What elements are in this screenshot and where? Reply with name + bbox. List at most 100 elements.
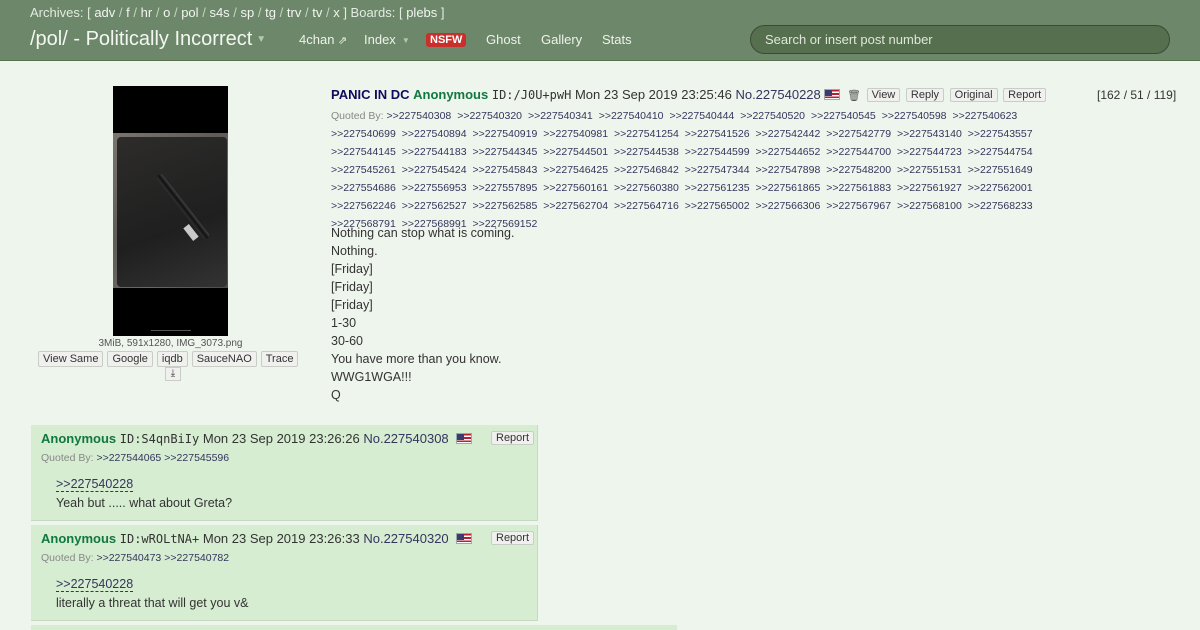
view-same-button[interactable]: View Same [38, 351, 104, 367]
quoted-by-link[interactable]: >>227544652 [756, 146, 821, 158]
quoted-by-link[interactable]: >>227546842 [614, 164, 679, 176]
quoted-by-link[interactable]: >>227554686 [331, 182, 396, 194]
quoted-by-link[interactable]: >>227544065 [96, 452, 161, 464]
download-icon[interactable]: ⤓ [165, 367, 181, 381]
poster-id[interactable]: ID:wROLtNA+ [120, 532, 199, 546]
quoted-by-link[interactable]: >>227560380 [614, 182, 679, 194]
archive-link-tg[interactable]: tg [265, 5, 276, 20]
nav-stats-link[interactable]: Stats [602, 32, 632, 47]
quoted-by-link[interactable]: >>227544700 [826, 146, 891, 158]
quoted-by-link[interactable]: >>227544345 [473, 146, 538, 158]
quoted-by-link[interactable]: >>227542779 [826, 128, 891, 140]
archive-link-s4s[interactable]: s4s [209, 5, 229, 20]
quoted-by-link[interactable]: >>227540520 [740, 110, 805, 122]
quoted-by-link[interactable]: >>227561235 [685, 182, 750, 194]
quoted-by-link[interactable]: >>227542442 [756, 128, 821, 140]
archive-link-pol[interactable]: pol [181, 5, 198, 20]
quoted-by-link[interactable]: >>227568233 [968, 200, 1033, 212]
quoted-by-link[interactable]: >>227556953 [402, 182, 467, 194]
quoted-by-link[interactable]: >>227540410 [599, 110, 664, 122]
iqdb-button[interactable]: iqdb [156, 351, 188, 367]
quoted-by-link[interactable]: >>227547898 [756, 164, 821, 176]
quoted-by-link[interactable]: >>227544538 [614, 146, 679, 158]
quoted-by-link[interactable]: >>227544723 [897, 146, 962, 158]
quoted-by-link[interactable]: >>227543140 [897, 128, 962, 140]
quoted-by-link[interactable]: >>227540699 [331, 128, 396, 140]
trash-icon[interactable]: 🗑 [847, 89, 861, 102]
quote-link[interactable]: >>227540228 [56, 577, 134, 592]
quoted-by-link[interactable]: >>227561883 [826, 182, 891, 194]
quoted-by-link[interactable]: >>227540444 [669, 110, 734, 122]
quoted-by-link[interactable]: >>227564716 [614, 200, 679, 212]
quoted-by-link[interactable]: >>227562585 [473, 200, 538, 212]
quoted-by-link[interactable]: >>227562001 [968, 182, 1033, 194]
saucenao-button[interactable]: SauceNAO [191, 351, 257, 367]
poster-id[interactable]: ID:S4qnBiIy [120, 432, 199, 446]
quoted-by-link[interactable]: >>227540320 [457, 110, 522, 122]
quoted-by-link[interactable]: >>227562527 [402, 200, 467, 212]
trace-button[interactable]: Trace [260, 351, 299, 367]
archive-link-trv[interactable]: trv [287, 5, 301, 20]
board-link-plebs[interactable]: plebs [406, 5, 437, 20]
quoted-by-link[interactable]: >>227547344 [685, 164, 750, 176]
op-thumbnail-image[interactable] [113, 86, 228, 336]
quoted-by-link[interactable]: >>227544754 [968, 146, 1033, 158]
original-button[interactable]: Original [949, 88, 998, 102]
quoted-by-link[interactable]: >>227545843 [473, 164, 538, 176]
quoted-by-link[interactable]: >>227541254 [614, 128, 679, 140]
report-button[interactable]: Report [1003, 88, 1047, 102]
quoted-by-link[interactable]: >>227545261 [331, 164, 396, 176]
archive-link-hr[interactable]: hr [141, 5, 153, 20]
quoted-by-link[interactable]: >>227557895 [473, 182, 538, 194]
quoted-by-link[interactable]: >>227562246 [331, 200, 396, 212]
report-button[interactable]: Report [491, 431, 535, 445]
quoted-by-link[interactable]: >>227540981 [543, 128, 608, 140]
quoted-by-link[interactable]: >>227544183 [402, 146, 467, 158]
quoted-by-link[interactable]: >>227540623 [952, 110, 1017, 122]
quoted-by-link[interactable]: >>227566306 [756, 200, 821, 212]
archive-link-tv[interactable]: tv [312, 5, 322, 20]
quoted-by-link[interactable]: >>227551531 [897, 164, 962, 176]
archive-link-adv[interactable]: adv [94, 5, 115, 20]
nav-index-dropdown[interactable]: Index ▼ [364, 32, 410, 47]
quoted-by-link[interactable]: >>227568100 [897, 200, 962, 212]
post-number-link[interactable]: No.227540308 [363, 431, 448, 446]
quoted-by-link[interactable]: >>227551649 [968, 164, 1033, 176]
quoted-by-link[interactable]: >>227541526 [685, 128, 750, 140]
quoted-by-link[interactable]: >>227544501 [543, 146, 608, 158]
quoted-by-link[interactable]: >>227540341 [528, 110, 593, 122]
quoted-by-link[interactable]: >>227546425 [543, 164, 608, 176]
quoted-by-link[interactable]: >>227544599 [685, 146, 750, 158]
quoted-by-link[interactable]: >>227562704 [543, 200, 608, 212]
google-search-button[interactable]: Google [107, 351, 153, 367]
board-title[interactable]: /pol/ - Politically Incorrect ▼ [30, 28, 266, 51]
archive-link-f[interactable]: f [126, 5, 130, 20]
reply-button[interactable]: Reply [905, 88, 945, 102]
quoted-by-link[interactable]: >>227560161 [543, 182, 608, 194]
quoted-by-link[interactable]: >>227540473 [96, 552, 161, 564]
quoted-by-link[interactable]: >>227543557 [968, 128, 1033, 140]
view-button[interactable]: View [866, 88, 901, 102]
search-input[interactable] [750, 25, 1170, 54]
nav-ghost-link[interactable]: Ghost [486, 32, 521, 47]
quote-link[interactable]: >>227540228 [56, 477, 134, 492]
post-number-link[interactable]: No.227540320 [363, 531, 448, 546]
quoted-by-link[interactable]: >>227561927 [897, 182, 962, 194]
quoted-by-link[interactable]: >>227544145 [331, 146, 396, 158]
post-number[interactable]: No.227540228 [735, 87, 820, 102]
archive-link-o[interactable]: o [163, 5, 170, 20]
quoted-by-link[interactable]: >>227545596 [164, 452, 229, 464]
quoted-by-link[interactable]: >>227540782 [164, 552, 229, 564]
quoted-by-link[interactable]: >>227565002 [685, 200, 750, 212]
quoted-by-link[interactable]: >>227545424 [402, 164, 467, 176]
poster-id[interactable]: ID:/J0U+pwH [492, 88, 571, 102]
quoted-by-link[interactable]: >>227540308 [386, 110, 451, 122]
nav-4chan-link[interactable]: 4chan ⇗ [299, 32, 347, 47]
archive-link-sp[interactable]: sp [241, 5, 255, 20]
quoted-by-link[interactable]: >>227540894 [402, 128, 467, 140]
archive-link-x[interactable]: x [333, 5, 340, 20]
quoted-by-link[interactable]: >>227540919 [473, 128, 538, 140]
report-button[interactable]: Report [491, 531, 535, 545]
quoted-by-link[interactable]: >>227567967 [826, 200, 891, 212]
quoted-by-link[interactable]: >>227540598 [882, 110, 947, 122]
